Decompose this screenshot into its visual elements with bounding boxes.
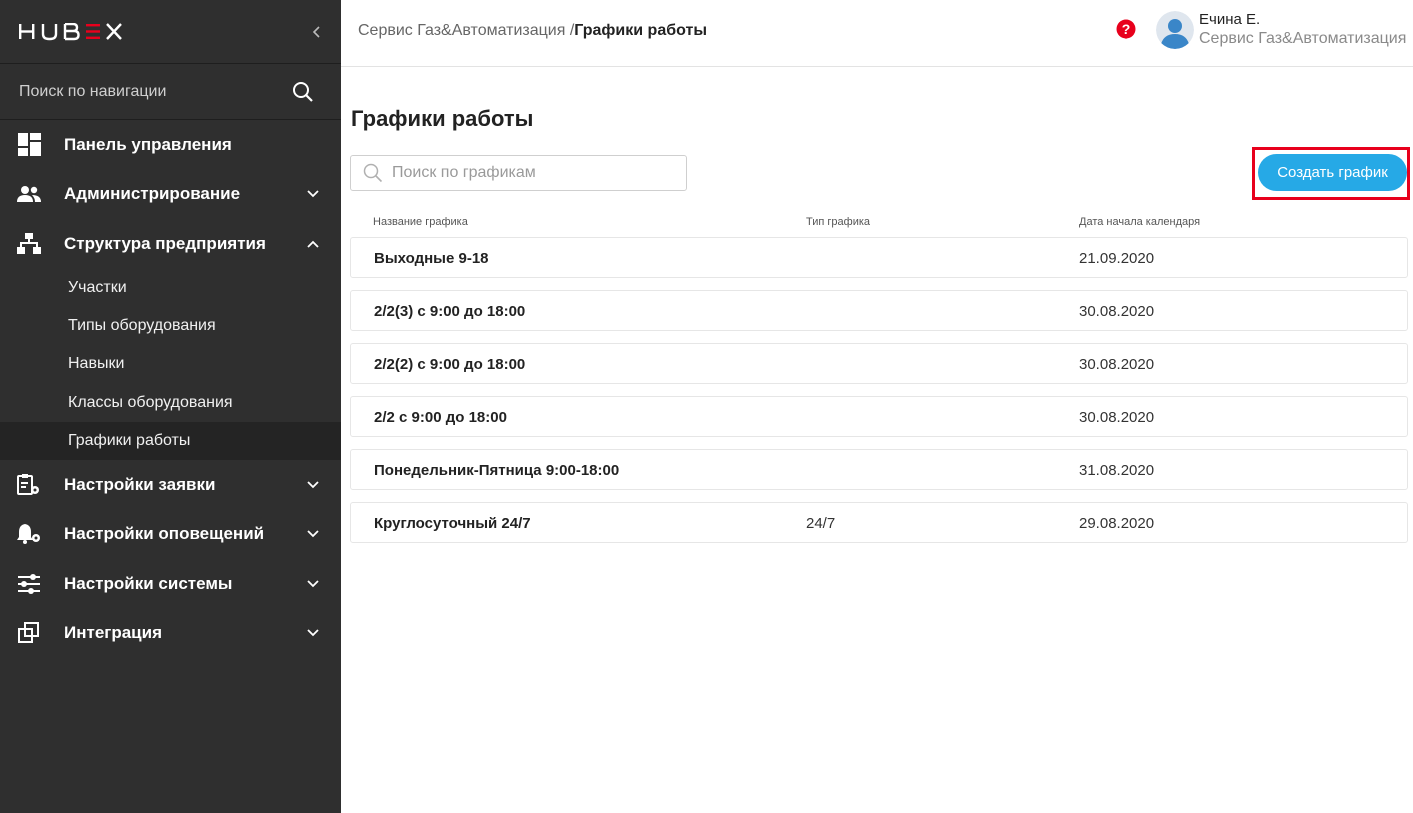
sidebar-menu: Панель управления Администрирование Стру… [0, 120, 341, 269]
notification-settings-icon [17, 522, 41, 546]
nav-search[interactable]: Поиск по навигации [0, 64, 341, 120]
sidebar: Поиск по навигации Панель управления Адм… [0, 0, 341, 813]
request-settings-icon [17, 473, 41, 497]
sidebar-subitem-equipment-types[interactable]: Типы оборудования [0, 307, 341, 345]
svg-text:?: ? [1122, 21, 1131, 37]
user-organization: Сервис Газ&Автоматизация [1199, 30, 1407, 47]
user-name: Ечина Е. [1199, 11, 1261, 28]
schedule-name: 2/2(2) с 9:00 до 18:00 [374, 356, 526, 373]
column-header-name[interactable]: Название графика [373, 216, 468, 228]
sidebar-item-request-settings[interactable]: Настройки заявки [0, 460, 341, 510]
sidebar-item-label: Настройки заявки [64, 474, 216, 494]
nav-search-placeholder: Поиск по навигации [19, 82, 167, 100]
sidebar-item-label: Настройки системы [64, 573, 233, 593]
sidebar-item-label: Панель управления [64, 134, 232, 154]
create-button-highlight: Создать график [1252, 147, 1410, 200]
schedule-start-date: 29.08.2020 [1079, 515, 1155, 532]
breadcrumb-parent[interactable]: Сервис Газ&Автоматизация / [358, 22, 574, 39]
search-icon [363, 163, 383, 183]
search-icon[interactable] [292, 81, 314, 103]
sidebar-item-label: Интеграция [64, 623, 163, 643]
user-menu[interactable]: Ечина Е. Сервис Газ&Автоматизация [1156, 11, 1406, 49]
sidebar-submenu: Участки Типы оборудования Навыки Классы … [0, 269, 341, 460]
integration-icon [17, 621, 41, 645]
schedule-start-date: 30.08.2020 [1079, 356, 1155, 373]
sidebar-subitem-equipment-classes[interactable]: Классы оборудования [0, 383, 341, 421]
sidebar-subitem-work-schedules[interactable]: Графики работы [0, 421, 341, 460]
create-schedule-button[interactable]: Создать график [1258, 154, 1407, 191]
table-row[interactable]: 2/2(3) с 9:00 до 18:00 30.08.2020 [350, 290, 1408, 331]
schedule-list: Выходные 9-18 21.09.2020 2/2(3) с 9:00 д… [350, 237, 1408, 555]
sidebar-item-label: Структура предприятия [64, 233, 266, 253]
chevron-down-icon[interactable] [306, 187, 320, 201]
table-header: Название графика Тип графика Дата начала… [350, 216, 1408, 232]
breadcrumb: Сервис Газ&Автоматизация /Графики работы [358, 22, 707, 40]
chevron-up-icon[interactable] [306, 237, 320, 251]
schedule-start-date: 21.09.2020 [1079, 250, 1155, 267]
schedule-name: Выходные 9-18 [374, 250, 489, 267]
avatar [1156, 11, 1194, 49]
chevron-down-icon[interactable] [306, 626, 320, 640]
table-row[interactable]: 2/2(2) с 9:00 до 18:00 30.08.2020 [350, 343, 1408, 384]
chevron-down-icon[interactable] [306, 527, 320, 541]
chevron-down-icon[interactable] [306, 577, 320, 591]
user-info: Ечина Е. Сервис Газ&Автоматизация [1199, 11, 1406, 49]
org-structure-icon [17, 232, 41, 256]
sidebar-menu-lower: Настройки заявки Настройки оповещений На… [0, 460, 341, 658]
schedule-name: 2/2 с 9:00 до 18:00 [374, 409, 507, 426]
hubex-logo[interactable] [19, 22, 123, 41]
schedule-name: 2/2(3) с 9:00 до 18:00 [374, 303, 526, 320]
sidebar-subitem-skills[interactable]: Навыки [0, 345, 341, 383]
table-row[interactable]: Понедельник-Пятница 9:00-18:00 31.08.202… [350, 449, 1408, 490]
table-row[interactable]: 2/2 с 9:00 до 18:00 30.08.2020 [350, 396, 1408, 437]
collapse-sidebar-icon[interactable] [309, 25, 323, 39]
users-icon [17, 182, 41, 206]
sidebar-item-notification-settings[interactable]: Настройки оповещений [0, 509, 341, 559]
schedule-name: Понедельник-Пятница 9:00-18:00 [374, 462, 620, 479]
chevron-down-icon[interactable] [306, 478, 320, 492]
column-header-start-date[interactable]: Дата начала календаря [1079, 216, 1200, 228]
column-header-type[interactable]: Тип графика [806, 216, 870, 228]
schedule-name: Круглосуточный 24/7 [374, 515, 531, 532]
breadcrumb-current: Графики работы [574, 22, 707, 39]
schedule-type: 24/7 [806, 515, 836, 532]
schedule-search-input[interactable] [392, 164, 686, 182]
sidebar-item-label: Настройки оповещений [64, 524, 265, 544]
table-row[interactable]: Выходные 9-18 21.09.2020 [350, 237, 1408, 278]
top-bar: Сервис Газ&Автоматизация /Графики работы… [341, 0, 1413, 67]
schedule-start-date: 31.08.2020 [1079, 462, 1155, 479]
sidebar-header [0, 0, 341, 64]
sidebar-item-administration[interactable]: Администрирование [0, 170, 341, 220]
sidebar-item-integration[interactable]: Интеграция [0, 608, 341, 658]
table-row[interactable]: Круглосуточный 24/7 24/7 29.08.2020 [350, 502, 1408, 543]
sidebar-item-enterprise-structure[interactable]: Структура предприятия [0, 219, 341, 269]
sidebar-item-label: Администрирование [64, 184, 241, 204]
help-icon[interactable]: ? [1116, 19, 1136, 41]
schedule-start-date: 30.08.2020 [1079, 303, 1155, 320]
sidebar-subitem-sites[interactable]: Участки [0, 269, 341, 307]
schedule-search[interactable] [350, 155, 687, 191]
dashboard-icon [17, 133, 41, 157]
page-title: Графики работы [351, 106, 534, 131]
sidebar-item-dashboard[interactable]: Панель управления [0, 120, 341, 170]
system-settings-icon [17, 572, 41, 596]
schedule-start-date: 30.08.2020 [1079, 409, 1155, 426]
sidebar-item-system-settings[interactable]: Настройки системы [0, 559, 341, 609]
